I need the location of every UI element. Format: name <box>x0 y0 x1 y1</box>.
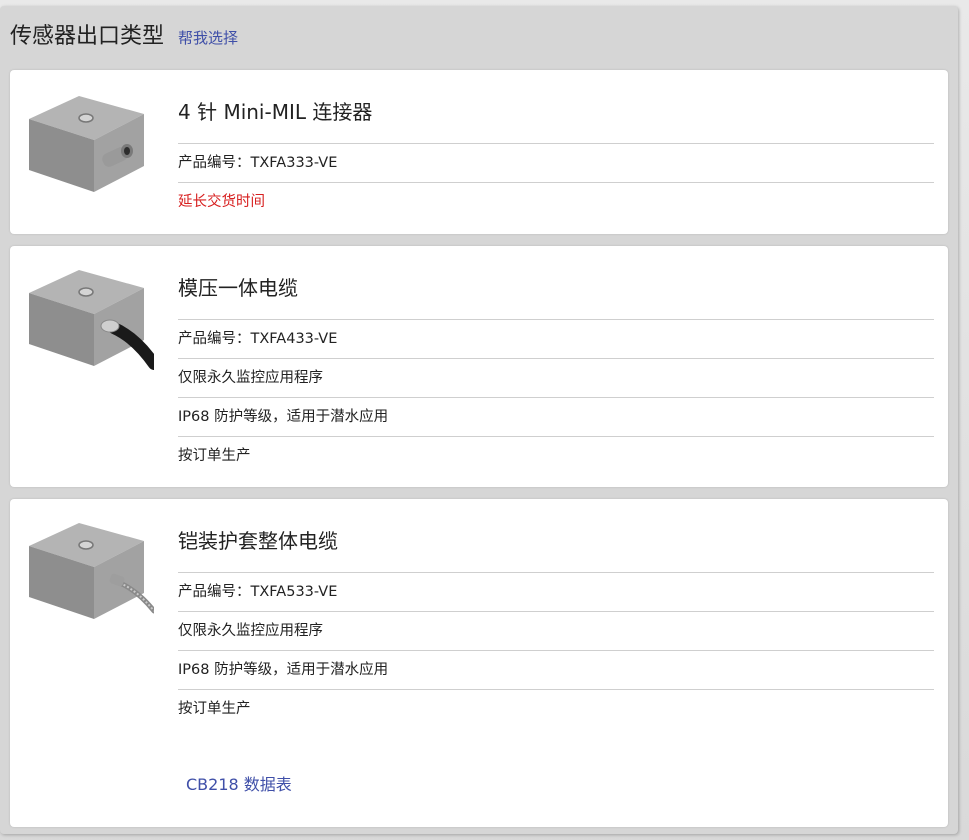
option-title: 4 针 Mini-MIL 连接器 <box>178 100 373 124</box>
feature-row: 按订单生产 <box>178 436 934 475</box>
sensor-connector-image <box>29 96 144 192</box>
card-content: 铠装护套整体电缆 产品编号：TXFA533-VE 仅限永久监控应用程序 IP68… <box>178 499 934 728</box>
option-card-mini-mil-connector[interactable]: 4 针 Mini-MIL 连接器 产品编号：TXFA333-VE 延长交货时间 <box>10 70 948 234</box>
datasheet-link[interactable]: CB218 数据表 <box>186 771 292 795</box>
product-number: 产品编号：TXFA333-VE <box>178 143 934 182</box>
option-title: 模压一体电缆 <box>178 276 298 300</box>
feature-row: IP68 防护等级，适用于潜水应用 <box>178 650 934 689</box>
page-title: 传感器出口类型 <box>10 24 165 49</box>
feature-row: IP68 防护等级，适用于潜水应用 <box>178 397 934 436</box>
feature-row: 仅限永久监控应用程序 <box>178 358 934 397</box>
product-number: 产品编号：TXFA433-VE <box>178 319 934 358</box>
lead-time-warning: 延长交货时间 <box>178 182 934 221</box>
card-content: 4 针 Mini-MIL 连接器 产品编号：TXFA333-VE 延长交货时间 <box>178 70 934 221</box>
option-card-molded-cable[interactable]: 模压一体电缆 产品编号：TXFA433-VE 仅限永久监控应用程序 IP68 防… <box>10 246 948 487</box>
card-content: 模压一体电缆 产品编号：TXFA433-VE 仅限永久监控应用程序 IP68 防… <box>178 246 934 475</box>
feature-row: 仅限永久监控应用程序 <box>178 611 934 650</box>
connector-type-panel: 传感器出口类型 帮我选择 4 针 Mini-MIL 连接器 产品编号：TXFA3… <box>0 6 958 834</box>
panel-header: 传感器出口类型 帮我选择 <box>10 18 238 58</box>
help-me-choose-link[interactable]: 帮我选择 <box>178 27 238 48</box>
sensor-armored-cable-image <box>29 523 154 619</box>
option-title: 铠装护套整体电缆 <box>178 529 338 553</box>
feature-row: 按订单生产 <box>178 689 934 728</box>
sensor-molded-cable-image <box>29 270 154 370</box>
option-card-armored-cable[interactable]: 铠装护套整体电缆 产品编号：TXFA533-VE 仅限永久监控应用程序 IP68… <box>10 499 948 827</box>
product-number: 产品编号：TXFA533-VE <box>178 572 934 611</box>
